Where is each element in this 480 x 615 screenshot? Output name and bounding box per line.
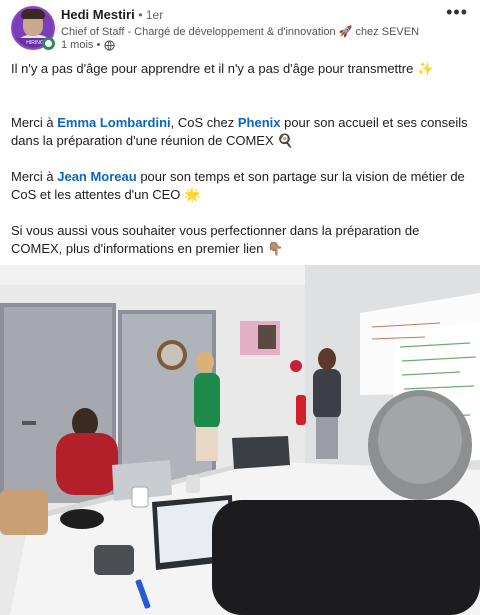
author-headline: Chief of Staff - Chargé de développement… (61, 26, 420, 38)
mention-jean-moreau[interactable]: Jean Moreau (57, 169, 136, 184)
author-name-line[interactable]: Hedi Mestiri • 1er (61, 7, 163, 22)
post-text-line1: Il n'y a pas d'âge pour apprendre et il … (11, 61, 434, 76)
meeting-room-photo (0, 265, 480, 615)
post-paragraph-thanks-jean: Merci à Jean Moreau pour son temps et so… (11, 169, 465, 202)
mention-phenix[interactable]: Phenix (238, 115, 281, 130)
post-header: HIRING Hedi Mestiri • 1er Chief of Staff… (0, 0, 480, 56)
post-paragraph-thanks-emma: Merci à Emma Lombardini, CoS chez Phenix… (11, 115, 468, 148)
more-options-icon[interactable]: ••• (446, 2, 468, 23)
mention-emma-lombardini[interactable]: Emma Lombardini (57, 115, 170, 130)
author-name[interactable]: Hedi Mestiri (61, 7, 135, 22)
connection-degree: • 1er (138, 8, 164, 22)
post-meta: 1 mois • (61, 39, 115, 51)
post-image[interactable] (0, 265, 480, 615)
open-to-work-indicator (42, 37, 55, 50)
globe-icon (104, 39, 115, 51)
post-time: 1 mois • (61, 39, 101, 51)
post-paragraph-cta: Si vous aussi vous souhaiter vous perfec… (11, 223, 420, 256)
